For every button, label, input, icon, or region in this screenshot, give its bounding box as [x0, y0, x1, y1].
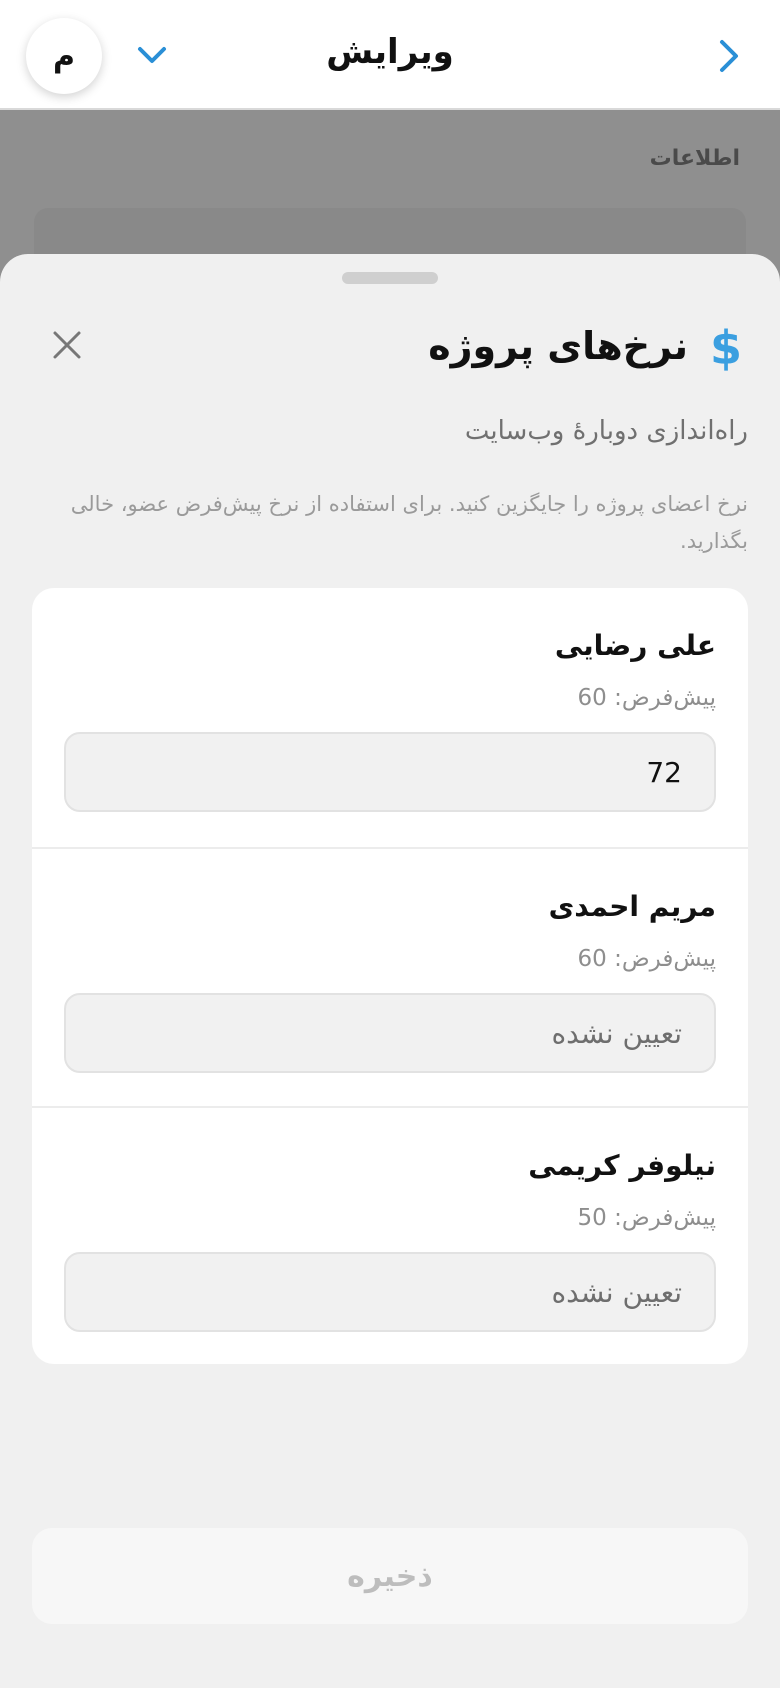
- sheet-title: نرخ‌های پروژه: [428, 324, 688, 368]
- member-default-rate: پیش‌فرض: 50: [577, 1205, 717, 1231]
- project-rates-sheet: $ نرخ‌های پروژه راه‌اندازی دوبارهٔ وب‌سا…: [0, 254, 780, 1688]
- sheet-header: $ نرخ‌های پروژه: [0, 321, 780, 382]
- member-name: نیلوفر کریمی: [528, 1149, 716, 1182]
- member-default-rate: پیش‌فرض: 60: [577, 685, 717, 711]
- hint-text: نرخ اعضای پروژه را جایگزین کنید. برای اس…: [70, 492, 748, 553]
- members-card: علی رضایی پیش‌فرض: 60 مریم احمدی پیش‌فرض…: [32, 588, 748, 1364]
- close-icon[interactable]: [52, 330, 82, 360]
- top-bar: ویرایش م: [0, 0, 780, 110]
- member-row: علی رضایی پیش‌فرض: 60: [32, 588, 748, 847]
- member-row: مریم احمدی پیش‌فرض: 60: [32, 847, 748, 1106]
- sheet-grabber[interactable]: [342, 272, 438, 284]
- background-section-label: اطلاعات: [649, 146, 740, 171]
- avatar[interactable]: م: [26, 18, 102, 94]
- page-title: ویرایش: [326, 32, 454, 72]
- rate-input[interactable]: [64, 732, 716, 812]
- member-name: مریم احمدی: [548, 890, 716, 923]
- rate-input[interactable]: [64, 993, 716, 1073]
- project-name: راه‌اندازی دوبارهٔ وب‌سایت: [464, 416, 748, 446]
- member-row: نیلوفر کریمی پیش‌فرض: 50: [32, 1106, 748, 1364]
- chevron-down-icon[interactable]: [136, 44, 168, 66]
- member-default-rate: پیش‌فرض: 60: [577, 946, 717, 972]
- save-button[interactable]: ذخیره: [32, 1528, 748, 1624]
- rate-input[interactable]: [64, 1252, 716, 1332]
- dollar-icon: $: [709, 321, 742, 375]
- member-name: علی رضایی: [554, 629, 716, 662]
